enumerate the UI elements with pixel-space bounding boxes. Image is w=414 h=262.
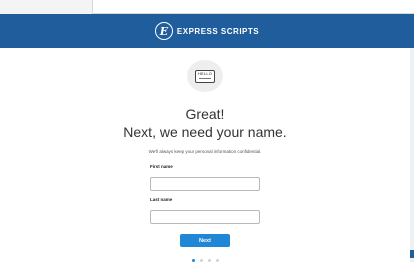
first-name-label: First name (150, 164, 173, 170)
brand-logo-lockup: E EXPRESS SCRIPTS (154, 22, 260, 40)
privacy-note: We'll always keep your personal informat… (148, 149, 262, 155)
last-name-input[interactable] (150, 210, 260, 225)
brand-name: EXPRESS SCRIPTS (176, 26, 260, 36)
next-button[interactable]: Next (180, 234, 230, 247)
overlay-card-edge (92, 0, 414, 14)
headline: Great! (185, 106, 225, 123)
hello-nametag-icon: HELLO (195, 69, 215, 83)
subheadline: Next, we need your name. (123, 124, 287, 141)
first-name-input[interactable] (150, 177, 260, 192)
right-edge-marker (410, 250, 414, 258)
right-edge-strip (410, 48, 414, 262)
app-header: E EXPRESS SCRIPTS (0, 14, 414, 48)
name-form: First name Last name (150, 164, 260, 225)
express-scripts-logo-icon: E (154, 22, 173, 40)
hello-badge-circle: HELLO (187, 60, 223, 93)
nametag-line (199, 77, 211, 79)
last-name-label: Last name (150, 197, 173, 203)
onboarding-panel: HELLO Great! Next, we need your name. We… (0, 48, 410, 262)
hello-tag-text: HELLO (197, 70, 213, 76)
